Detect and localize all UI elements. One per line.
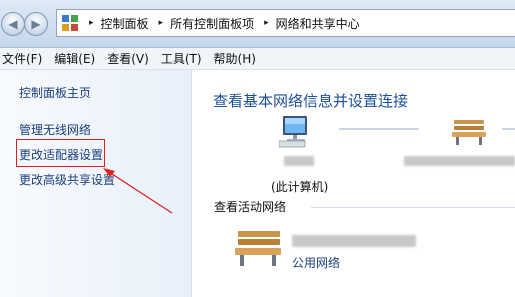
section-divider <box>311 207 515 208</box>
sidebar-item-manage-wireless[interactable]: 管理无线网络 <box>19 121 91 138</box>
menu-bar: 文件(F) 编辑(E) 查看(V) 工具(T) 帮助(H) <box>0 48 515 70</box>
main-content: 查看基本网络信息并设置连接 (此计算机) 查看活动网络 公用网络 <box>192 70 515 297</box>
menu-tools[interactable]: 工具(T) <box>159 50 212 67</box>
back-button[interactable]: ◀ <box>1 12 25 36</box>
breadcrumb-separator: ▸ <box>89 18 94 28</box>
breadcrumb-separator: ▸ <box>158 18 164 28</box>
address-bar: ◀ ▶ ▸ 控制面板 ▸ 所有控制面板项 ▸ 网络和共享中心 <box>0 0 515 48</box>
breadcrumb-control-panel[interactable]: 控制面板 <box>101 15 149 32</box>
redacted-computer-name <box>284 156 314 166</box>
breadcrumb[interactable]: ▸ 控制面板 ▸ 所有控制面板项 ▸ 网络和共享中心 <box>56 9 515 37</box>
control-panel-icon <box>61 14 79 32</box>
menu-edit[interactable]: 编辑(E) <box>52 50 105 67</box>
forward-button[interactable]: ▶ <box>24 12 48 36</box>
active-networks-title: 查看活动网络 <box>214 200 287 214</box>
menu-help[interactable]: 帮助(H) <box>212 50 266 67</box>
menu-file[interactable]: 文件(F) <box>0 50 52 67</box>
breadcrumb-separator: ▸ <box>264 18 269 28</box>
bench-icon[interactable] <box>450 118 488 146</box>
breadcrumb-all-items[interactable]: 所有控制面板项 <box>170 15 254 32</box>
network-type-link[interactable]: 公用网络 <box>292 254 340 271</box>
connection-line <box>339 128 419 130</box>
computer-icon[interactable] <box>279 114 315 152</box>
redacted-active-network-name <box>292 235 416 247</box>
bench-icon <box>235 231 281 266</box>
breadcrumb-network-center[interactable]: 网络和共享中心 <box>276 15 360 32</box>
annotation-arrow-icon <box>103 168 173 214</box>
back-arrow-icon: ◀ <box>8 17 18 31</box>
annotation-highlight-box <box>16 139 105 167</box>
forward-arrow-icon: ▶ <box>31 17 41 31</box>
sidebar-item-control-panel-home[interactable]: 控制面板主页 <box>19 84 91 101</box>
redacted-network-name <box>404 156 515 166</box>
page-title: 查看基本网络信息并设置连接 <box>213 92 409 110</box>
menu-view[interactable]: 查看(V) <box>105 50 159 67</box>
computer-label: (此计算机) <box>271 180 329 194</box>
connection-line <box>502 128 515 130</box>
